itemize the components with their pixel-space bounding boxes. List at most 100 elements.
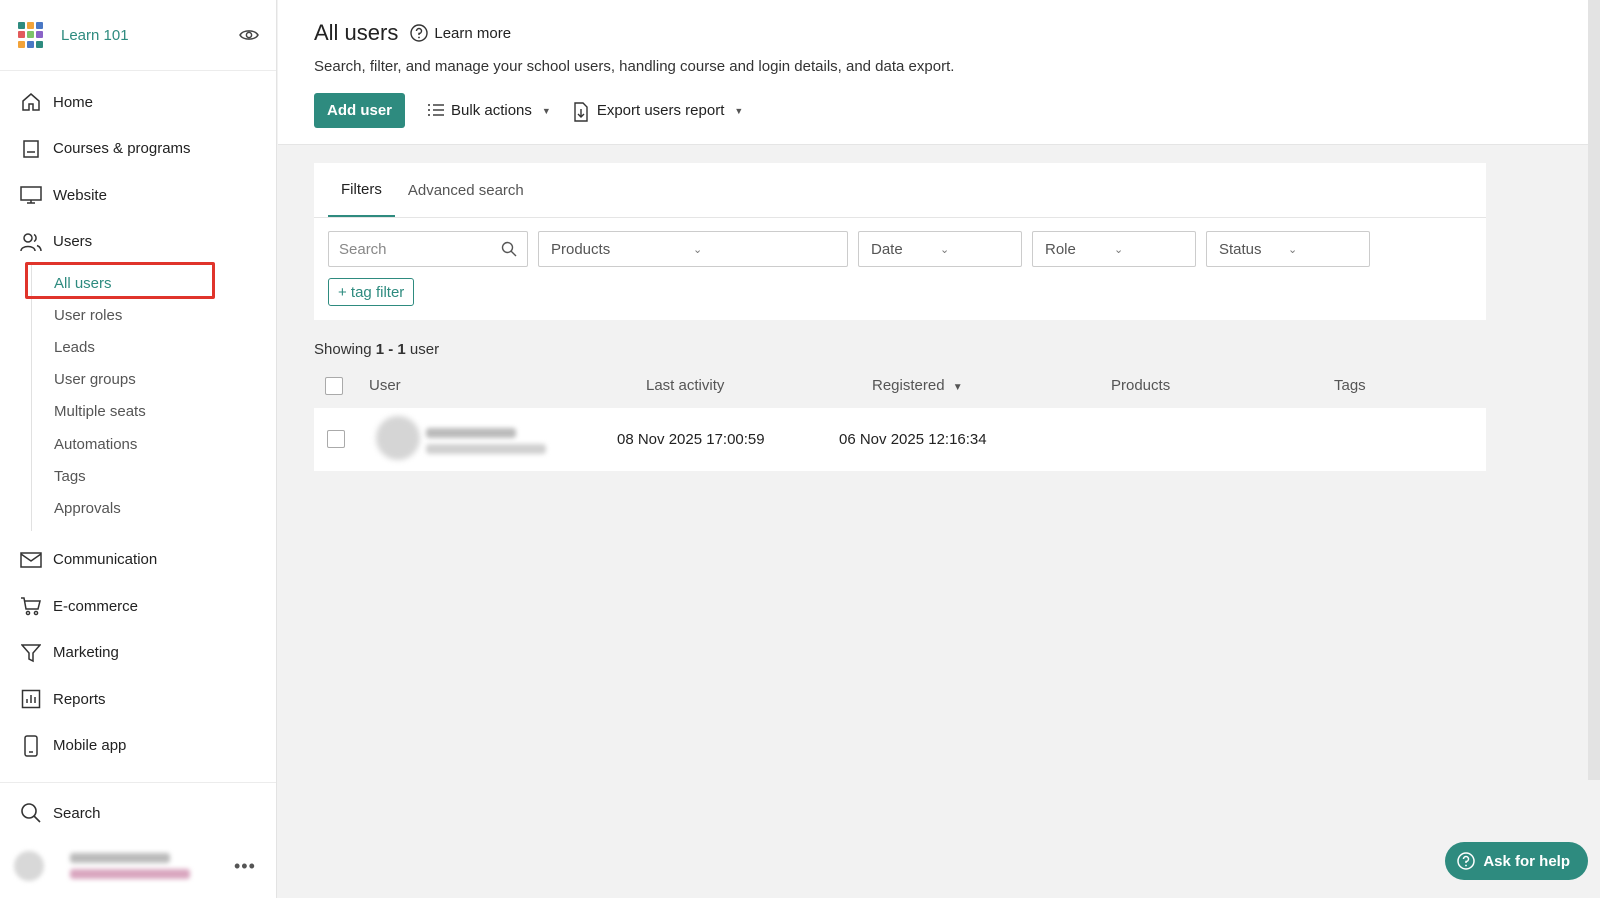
user-avatar-blurred [376, 416, 420, 460]
sidebar-item-label: Courses & programs [53, 140, 191, 158]
export-users-label: Export users report [596, 102, 725, 119]
tab-advanced-search[interactable]: Advanced search [395, 163, 537, 217]
last-activity-cell: 08 Nov 2025 17:00:59 [617, 431, 765, 448]
sidebar-item-label: Website [53, 186, 107, 204]
subnav-approvals[interactable]: Approvals [32, 492, 276, 524]
help-circle-icon [1457, 852, 1476, 870]
more-options-icon[interactable]: ••• [234, 856, 258, 877]
column-registered-label: Registered [872, 377, 945, 394]
page-header: All users Learn more Search, filter, and… [278, 0, 1600, 145]
sidebar-search-label: Search [53, 804, 101, 822]
subnav-all-users[interactable]: All users [32, 267, 276, 299]
sidebar-item-communication[interactable]: Communication [0, 537, 276, 584]
chevron-down-icon: ⌄ [1114, 243, 1124, 256]
subnav-user-groups[interactable]: User groups [32, 364, 276, 396]
list-icon [427, 102, 445, 120]
column-products[interactable]: Products [1111, 377, 1170, 394]
user-profile[interactable]: ••• [0, 843, 276, 889]
results-range: 1 - 1 [375, 341, 406, 358]
tab-filters[interactable]: Filters [328, 163, 395, 217]
export-users-dropdown[interactable]: Export users report ▼ [573, 101, 743, 122]
subnav-user-roles[interactable]: User roles [32, 299, 276, 331]
table-header: User Last activity Registered ▼ Products… [314, 368, 1486, 404]
filter-panel: Filters Advanced search Search Products … [314, 163, 1486, 320]
phone-icon [20, 735, 42, 757]
bulk-actions-dropdown[interactable]: Bulk actions ▼ [427, 102, 551, 120]
search-input[interactable]: Search [328, 231, 528, 267]
subnav-leads[interactable]: Leads [32, 331, 276, 363]
column-tags[interactable]: Tags [1334, 377, 1366, 394]
sidebar-item-website[interactable]: Website [0, 172, 276, 219]
table-row[interactable]: 08 Nov 2025 17:00:59 06 Nov 2025 12:16:3… [314, 408, 1486, 471]
subnav-automations[interactable]: Automations [32, 428, 276, 460]
sidebar-item-label: Home [53, 93, 94, 111]
select-all-checkbox[interactable] [325, 377, 343, 395]
bulk-actions-label: Bulk actions [451, 102, 532, 119]
app-grid-icon[interactable] [18, 22, 44, 48]
scrollbar[interactable] [1588, 0, 1600, 780]
filter-tabs: Filters Advanced search [314, 163, 1486, 218]
search-placeholder: Search [339, 240, 387, 258]
sidebar-item-label: Reports [53, 690, 106, 708]
help-circle-icon[interactable] [410, 24, 429, 42]
main-nav: Home Courses & programs Website Users Al… [0, 71, 276, 769]
profile-info-blurred [70, 847, 234, 885]
user-info-blurred[interactable] [426, 422, 546, 460]
role-select[interactable]: Role ⌄ [1032, 231, 1196, 267]
products-select[interactable]: Products ⌄ [538, 231, 848, 267]
sidebar-footer: Search ••• [0, 782, 276, 898]
page-title: All users [314, 20, 399, 45]
chart-icon [20, 688, 42, 710]
school-name[interactable]: Learn 101 [61, 27, 238, 44]
mail-icon [20, 549, 42, 571]
home-icon [20, 91, 42, 113]
sidebar-item-marketing[interactable]: Marketing [0, 630, 276, 677]
ask-for-help-button[interactable]: Ask for help [1445, 842, 1588, 880]
chevron-down-icon: ⌄ [940, 243, 950, 256]
caret-down-icon: ▼ [541, 105, 551, 116]
column-last-activity[interactable]: Last activity [646, 377, 724, 394]
role-select-label: Role [1045, 240, 1076, 258]
chevron-down-icon: ⌄ [693, 243, 703, 256]
users-icon [20, 231, 42, 253]
subnav-multiple-seats[interactable]: Multiple seats [32, 396, 276, 428]
add-user-button[interactable]: Add user [314, 93, 406, 128]
sidebar-item-label: Mobile app [53, 737, 127, 755]
date-select[interactable]: Date ⌄ [858, 231, 1022, 267]
sidebar-item-mobile-app[interactable]: Mobile app [0, 723, 276, 770]
sidebar-item-reports[interactable]: Reports [0, 676, 276, 723]
sidebar-item-ecommerce[interactable]: E-commerce [0, 583, 276, 630]
sidebar: Learn 101 Home Courses & programs Websit… [0, 0, 277, 898]
sidebar-item-label: Users [53, 233, 93, 251]
chevron-down-icon: ⌄ [1288, 243, 1298, 256]
ask-for-help-label: Ask for help [1483, 852, 1570, 870]
row-checkbox[interactable] [327, 430, 345, 448]
book-icon [20, 138, 42, 160]
registered-cell: 06 Nov 2025 12:16:34 [839, 431, 987, 448]
learn-more-link[interactable]: Learn more [434, 25, 511, 42]
status-select-label: Status [1219, 240, 1262, 258]
page-subtitle: Search, filter, and manage your school u… [314, 58, 955, 75]
main-content: All users Learn more Search, filter, and… [278, 0, 1600, 898]
sidebar-item-home[interactable]: Home [0, 79, 276, 126]
file-export-icon [573, 101, 591, 122]
sidebar-item-users[interactable]: Users [0, 219, 276, 266]
eye-icon[interactable] [238, 24, 260, 46]
sidebar-search[interactable]: Search [0, 783, 276, 843]
products-select-label: Products [551, 240, 611, 258]
results-prefix: Showing [314, 341, 372, 358]
status-select[interactable]: Status ⌄ [1206, 231, 1370, 267]
sort-desc-icon: ▼ [952, 382, 963, 393]
column-user[interactable]: User [369, 377, 401, 394]
search-icon [501, 241, 517, 257]
results-count: Showing 1 - 1 user [314, 341, 439, 358]
sidebar-item-courses[interactable]: Courses & programs [0, 126, 276, 173]
results-suffix: user [409, 341, 440, 358]
action-toolbar: Add user Bulk actions ▼ Export users rep… [314, 93, 1600, 128]
users-subnav: All users User roles Leads User groups M… [31, 265, 276, 531]
sidebar-item-label: E-commerce [53, 597, 139, 615]
avatar [14, 851, 44, 881]
add-tag-filter-button[interactable]: + tag filter [328, 278, 415, 306]
subnav-tags[interactable]: Tags [32, 460, 276, 492]
column-registered[interactable]: Registered ▼ [872, 377, 963, 394]
